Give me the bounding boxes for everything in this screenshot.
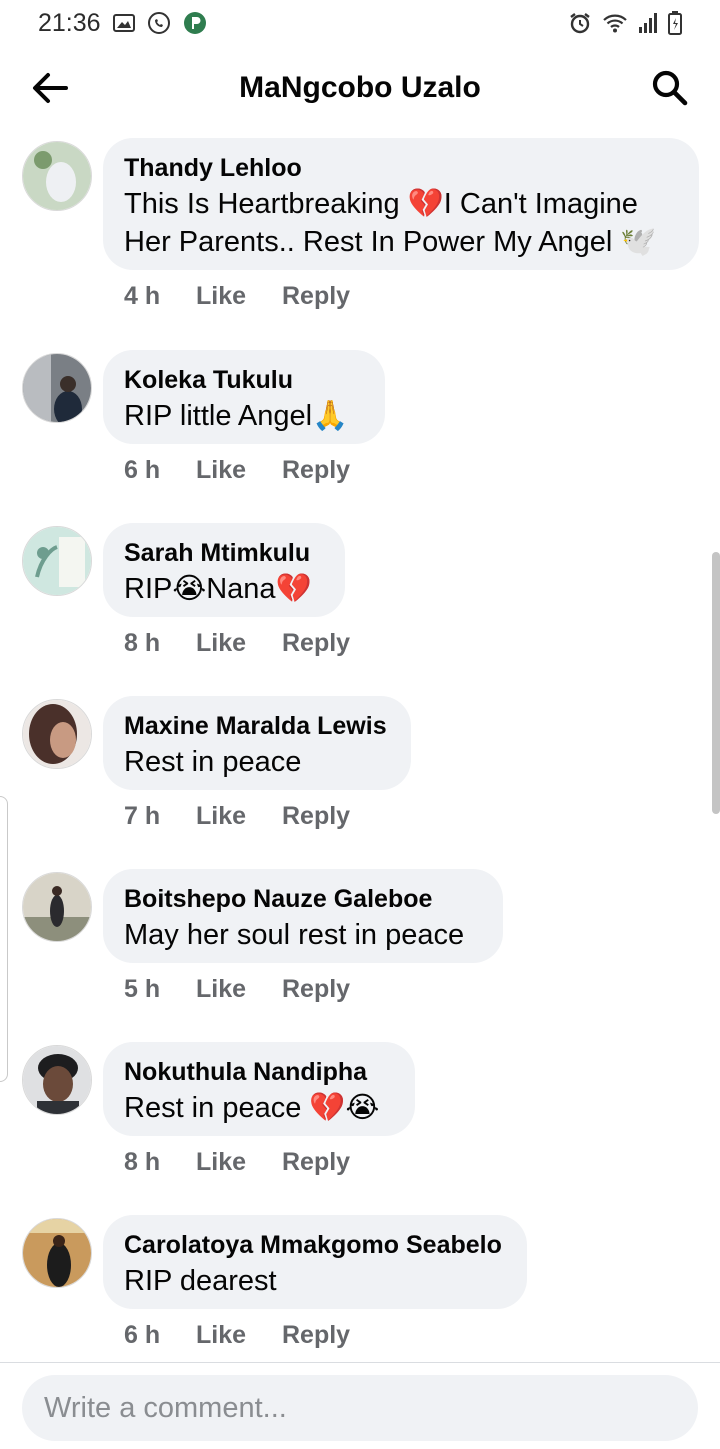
comment-time[interactable]: 5 h xyxy=(124,975,196,1004)
comment-author[interactable]: Carolatoya Mmakgomo Seabelo xyxy=(124,1228,505,1262)
comment-time[interactable]: 8 h xyxy=(124,629,196,658)
comment-bubble: Sarah Mtimkulu RIP😭Nana💔 xyxy=(103,523,345,617)
comment-text-line: May her soul rest in peace xyxy=(124,919,465,951)
comment-bubble: Koleka Tukulu RIP little Angel🙏 xyxy=(103,350,385,444)
like-button[interactable]: Like xyxy=(196,1148,282,1177)
gallery-icon xyxy=(112,13,135,33)
comment-bubble: Thandy Lehloo This Is Heartbreaking 💔I C… xyxy=(103,138,699,270)
reply-button[interactable]: Reply xyxy=(282,1321,350,1350)
comment-meta: 7 h Like Reply xyxy=(124,802,350,831)
avatar[interactable] xyxy=(22,526,92,596)
search-icon xyxy=(652,70,688,106)
comment: Thandy Lehloo This Is Heartbreaking 💔I C… xyxy=(0,138,720,311)
comment-text-line: Rest in peace xyxy=(124,746,302,778)
comment-text-line: Rest in peace 💔😭 xyxy=(124,1092,380,1124)
comment-time[interactable]: 4 h xyxy=(124,282,196,311)
comment-bubble: Maxine Maralda Lewis Rest in peace xyxy=(103,696,411,790)
avatar[interactable] xyxy=(22,141,92,211)
comment-time[interactable]: 8 h xyxy=(124,1148,196,1177)
edge-handle[interactable] xyxy=(0,796,8,1082)
app-p-icon xyxy=(183,11,207,35)
comment-author[interactable]: Koleka Tukulu xyxy=(124,363,363,397)
comment-text: This Is Heartbreaking 💔I Can't Imagine H… xyxy=(124,185,677,261)
avatar[interactable] xyxy=(22,1045,92,1115)
status-time: 21:36 xyxy=(38,8,101,37)
comment-meta: 8 h Like Reply xyxy=(124,629,350,658)
comment-meta: 4 h Like Reply xyxy=(124,282,350,311)
alarm-icon xyxy=(568,11,592,35)
comment-input[interactable] xyxy=(22,1375,698,1441)
comment-text: RIP😭Nana💔 xyxy=(124,570,323,608)
like-button[interactable]: Like xyxy=(196,1321,282,1350)
comment-composer xyxy=(0,1362,720,1449)
status-bar: 21:36 xyxy=(0,0,720,46)
comment-meta: 6 h Like Reply xyxy=(124,1321,350,1350)
comment-author[interactable]: Sarah Mtimkulu xyxy=(124,536,323,570)
comment-time[interactable]: 6 h xyxy=(124,1321,196,1350)
comment: Sarah Mtimkulu RIP😭Nana💔 8 h Like Reply xyxy=(0,523,720,696)
comment-time[interactable]: 6 h xyxy=(124,456,196,485)
app-header: MaNgcobo Uzalo xyxy=(0,50,720,126)
comment-bubble: Boitshepo Nauze Galeboe May her soul res… xyxy=(103,869,503,963)
whatsapp-icon xyxy=(147,11,171,35)
scrollbar[interactable] xyxy=(712,552,720,814)
like-button[interactable]: Like xyxy=(196,282,282,311)
reply-button[interactable]: Reply xyxy=(282,975,350,1004)
reply-button[interactable]: Reply xyxy=(282,629,350,658)
comment: Boitshepo Nauze Galeboe May her soul res… xyxy=(0,869,720,1042)
avatar[interactable] xyxy=(22,699,92,769)
like-button[interactable]: Like xyxy=(196,456,282,485)
status-right xyxy=(568,11,682,35)
status-left: 21:36 xyxy=(38,9,207,38)
comment-text: Rest in peace 💔😭 xyxy=(124,1089,393,1127)
comment-text-line: Her Parents.. Rest In Power My Angel 🕊️ xyxy=(124,226,657,258)
back-button[interactable] xyxy=(28,66,72,110)
comment: Koleka Tukulu RIP little Angel🙏 6 h Like… xyxy=(0,350,720,523)
arrow-left-icon xyxy=(33,73,68,103)
comment-time[interactable]: 7 h xyxy=(124,802,196,831)
like-button[interactable]: Like xyxy=(196,975,282,1004)
reply-button[interactable]: Reply xyxy=(282,1148,350,1177)
avatar[interactable] xyxy=(22,1218,92,1288)
search-button[interactable] xyxy=(648,66,692,110)
like-button[interactable]: Like xyxy=(196,802,282,831)
avatar[interactable] xyxy=(22,353,92,423)
comment-bubble: Nokuthula Nandipha Rest in peace 💔😭 xyxy=(103,1042,415,1136)
comment-text: May her soul rest in peace xyxy=(124,916,481,954)
comment-text: RIP little Angel🙏 xyxy=(124,397,363,435)
comment-meta: 6 h Like Reply xyxy=(124,456,350,485)
page-title: MaNgcobo Uzalo xyxy=(239,71,481,104)
comment-author[interactable]: Nokuthula Nandipha xyxy=(124,1055,393,1089)
comment-text-line: RIP little Angel🙏 xyxy=(124,400,349,432)
comment-bubble: Carolatoya Mmakgomo Seabelo RIP dearest xyxy=(103,1215,527,1309)
reply-button[interactable]: Reply xyxy=(282,456,350,485)
comment: Maxine Maralda Lewis Rest in peace 7 h L… xyxy=(0,696,720,869)
comment-text: Rest in peace xyxy=(124,743,389,781)
comment-meta: 5 h Like Reply xyxy=(124,975,350,1004)
comment-author[interactable]: Maxine Maralda Lewis xyxy=(124,709,389,743)
avatar[interactable] xyxy=(22,872,92,942)
comment: Nokuthula Nandipha Rest in peace 💔😭 8 h … xyxy=(0,1042,720,1215)
comment-text-line: RIP😭Nana💔 xyxy=(124,573,312,605)
comment-text-line: RIP dearest xyxy=(124,1265,277,1297)
like-button[interactable]: Like xyxy=(196,629,282,658)
comment-meta: 8 h Like Reply xyxy=(124,1148,350,1177)
comment-author[interactable]: Boitshepo Nauze Galeboe xyxy=(124,882,481,916)
comment-text: RIP dearest xyxy=(124,1262,505,1300)
comment-text-line: This Is Heartbreaking 💔I Can't Imagine xyxy=(124,188,638,220)
reply-button[interactable]: Reply xyxy=(282,802,350,831)
comment-author[interactable]: Thandy Lehloo xyxy=(124,151,677,185)
battery-icon xyxy=(668,11,682,35)
signal-icon xyxy=(638,12,658,34)
reply-button[interactable]: Reply xyxy=(282,282,350,311)
wifi-icon xyxy=(602,12,628,34)
